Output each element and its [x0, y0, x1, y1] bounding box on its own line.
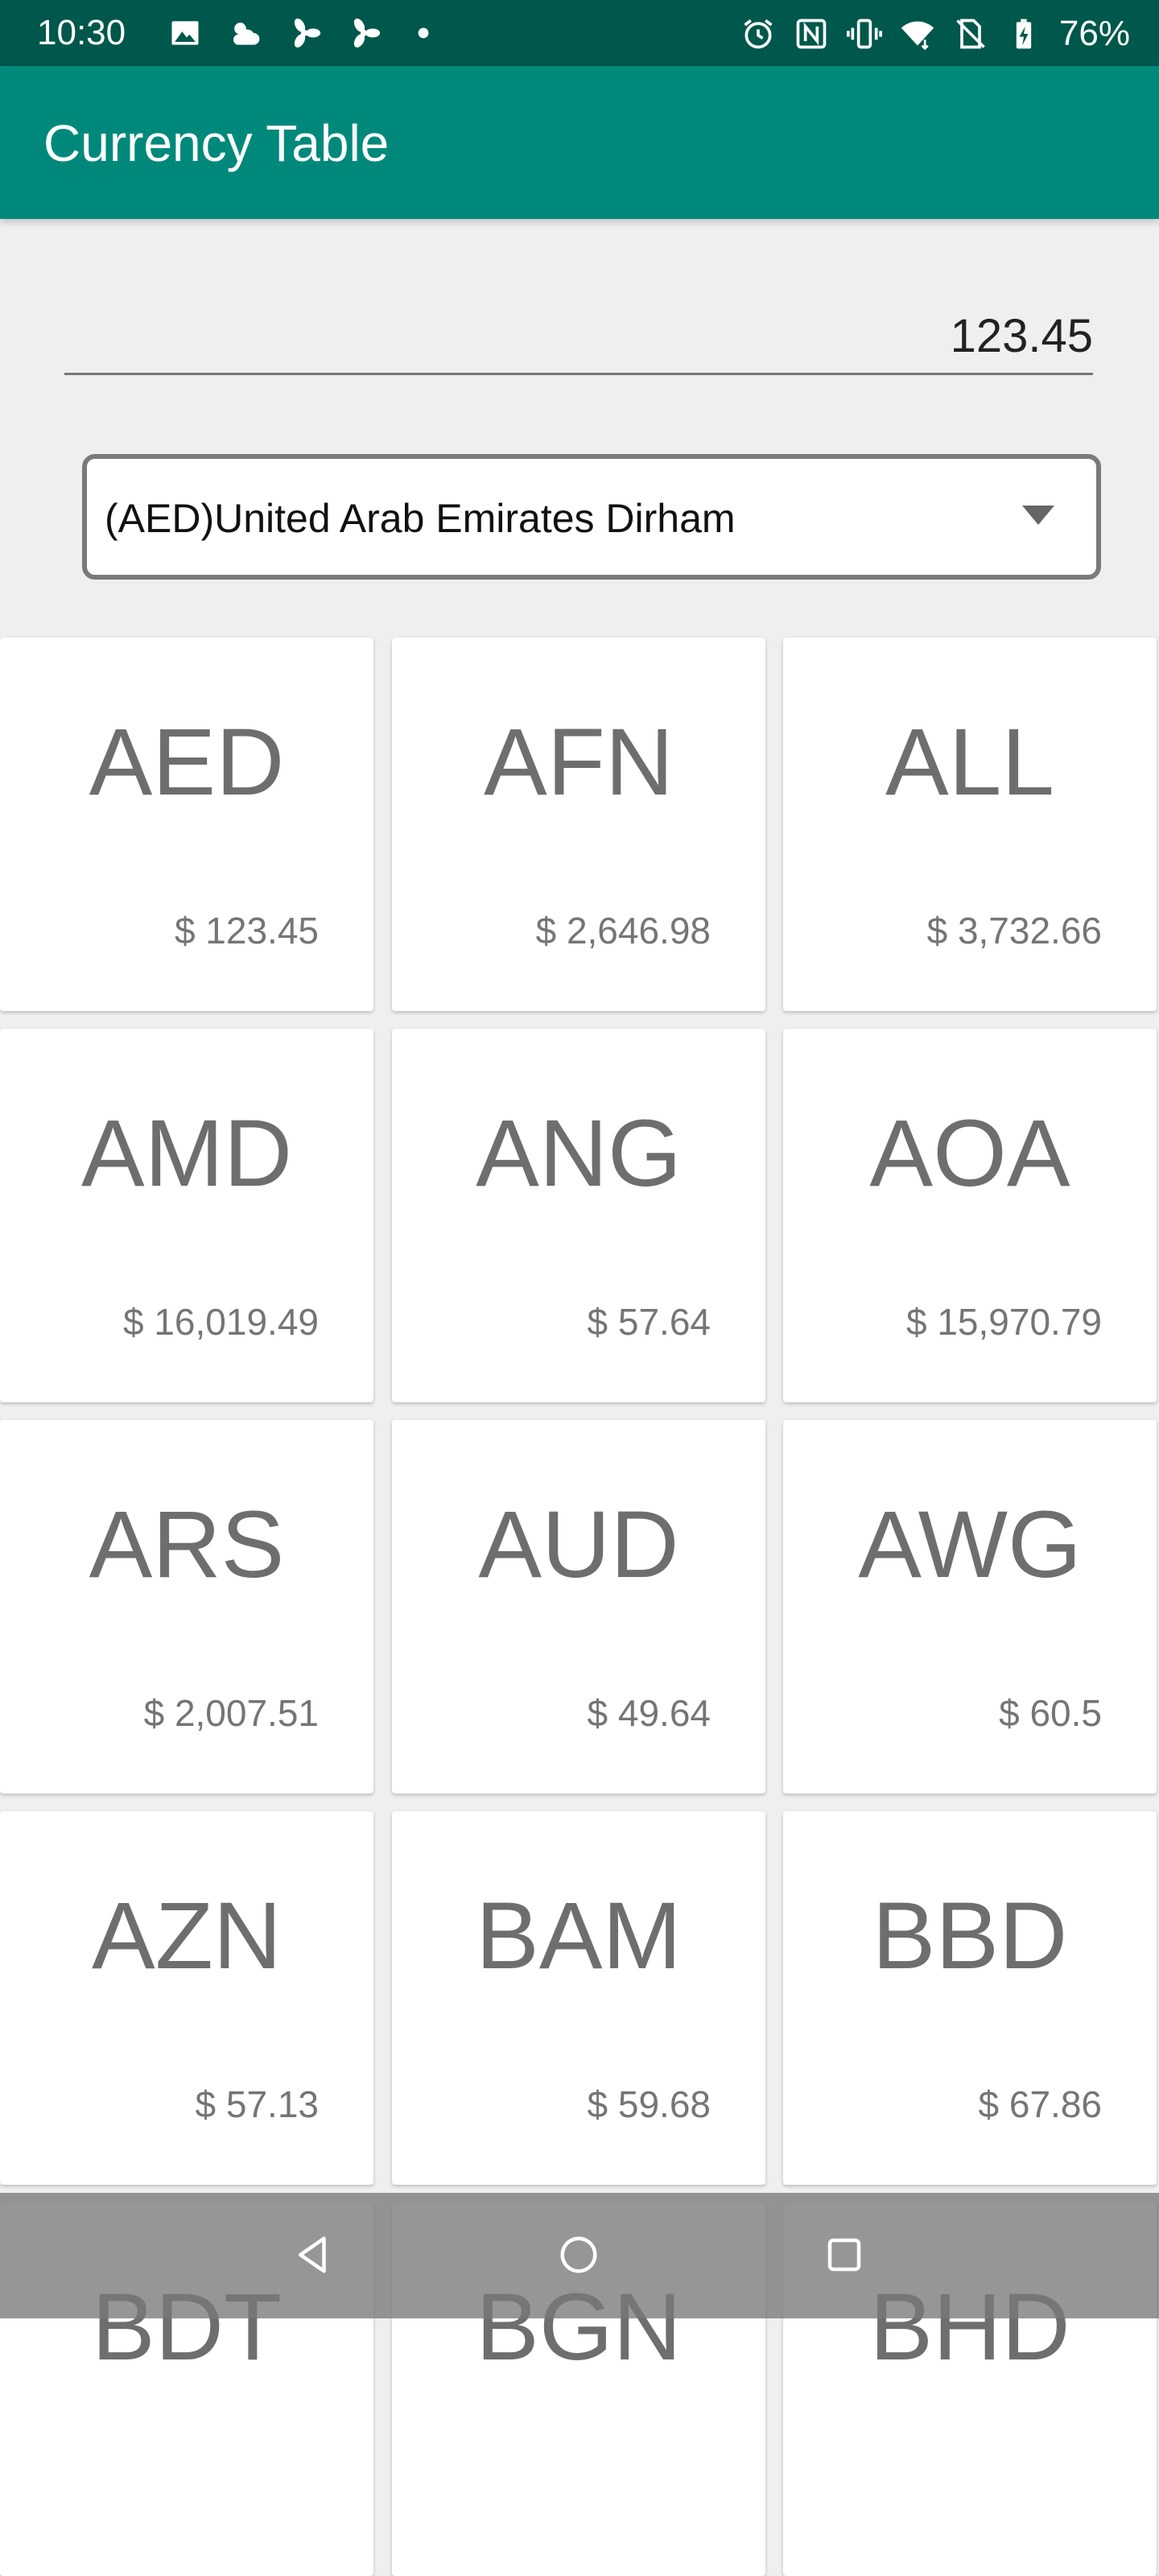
currency-code: ARS — [89, 1492, 285, 1598]
currency-card[interactable]: AFN $ 2,646.98 — [392, 638, 765, 1011]
currency-card[interactable]: ARS $ 2,007.51 — [0, 1420, 373, 1794]
currency-amount: $ 123.45 — [174, 910, 319, 952]
currency-amount: $ 49.64 — [587, 1692, 711, 1734]
status-bar: 10:30 76% — [0, 0, 1159, 66]
battery-charging-icon — [1006, 16, 1041, 52]
amount-input[interactable]: 123.45 — [64, 299, 1093, 375]
currency-code: AOA — [869, 1100, 1070, 1207]
currency-amount: $ 2,007.51 — [143, 1692, 319, 1734]
fan-icon — [287, 15, 322, 51]
currency-card[interactable]: BBD $ 67.86 — [783, 1811, 1157, 2185]
currency-code: AZN — [92, 1883, 282, 1989]
battery-percent: 76% — [1058, 14, 1130, 53]
currency-amount: $ 57.64 — [587, 1301, 711, 1343]
currency-card[interactable]: AZN $ 57.13 — [0, 1811, 373, 2185]
currency-amount: $ 67.86 — [978, 2083, 1102, 2125]
currency-code: BAM — [476, 1883, 682, 1989]
currency-code: AED — [89, 709, 285, 815]
currency-amount: $ 59.68 — [587, 2083, 711, 2125]
currency-code: AWG — [858, 1492, 1082, 1598]
currency-amount: $ 57.13 — [195, 2083, 319, 2125]
home-icon[interactable] — [551, 2227, 607, 2283]
back-icon[interactable] — [285, 2227, 341, 2283]
currency-code: ALL — [885, 709, 1054, 815]
currency-card[interactable]: AED $ 123.45 — [0, 638, 373, 1011]
chevron-down-icon — [1022, 506, 1054, 525]
currency-card[interactable]: AUD $ 49.64 — [392, 1420, 765, 1794]
image-icon — [167, 15, 203, 51]
no-sim-icon — [953, 16, 988, 52]
currency-amount: $ 16,019.49 — [122, 1301, 319, 1343]
vibrate-icon — [846, 16, 882, 52]
weather-icon — [227, 15, 262, 51]
currency-code: ANG — [476, 1100, 682, 1207]
wifi-icon — [900, 16, 935, 52]
currency-amount: $ 3,732.66 — [926, 910, 1102, 952]
fan-icon — [346, 15, 382, 51]
app-bar: Currency Table — [0, 66, 1159, 219]
currency-amount: $ 15,970.79 — [905, 1301, 1102, 1343]
recents-icon[interactable] — [816, 2227, 872, 2283]
currency-card[interactable]: ANG $ 57.64 — [392, 1029, 765, 1402]
alarm-icon — [740, 16, 776, 52]
status-time: 10:30 — [37, 13, 126, 52]
currency-select[interactable]: (AED)United Arab Emirates Dirham — [82, 454, 1101, 580]
currency-card[interactable]: ALL $ 3,732.66 — [783, 638, 1157, 1011]
currency-code: AMD — [80, 1100, 293, 1207]
currency-card[interactable]: AMD $ 16,019.49 — [0, 1029, 373, 1402]
page-title: Currency Table — [43, 114, 390, 172]
currency-card[interactable]: AOA $ 15,970.79 — [783, 1029, 1157, 1402]
navigation-bar — [0, 2193, 1159, 2318]
currency-code: AUD — [478, 1492, 679, 1598]
currency-code: AFN — [484, 709, 674, 815]
currency-code: BBD — [872, 1883, 1068, 1989]
currency-amount: $ 60.5 — [999, 1692, 1102, 1734]
nfc-icon — [794, 16, 829, 52]
dot-icon — [406, 15, 441, 51]
currency-select-value: (AED)United Arab Emirates Dirham — [105, 496, 736, 541]
currency-card[interactable]: BAM $ 59.68 — [392, 1811, 765, 2185]
currency-amount: $ 2,646.98 — [535, 910, 711, 952]
currency-card[interactable]: AWG $ 60.5 — [783, 1420, 1157, 1794]
